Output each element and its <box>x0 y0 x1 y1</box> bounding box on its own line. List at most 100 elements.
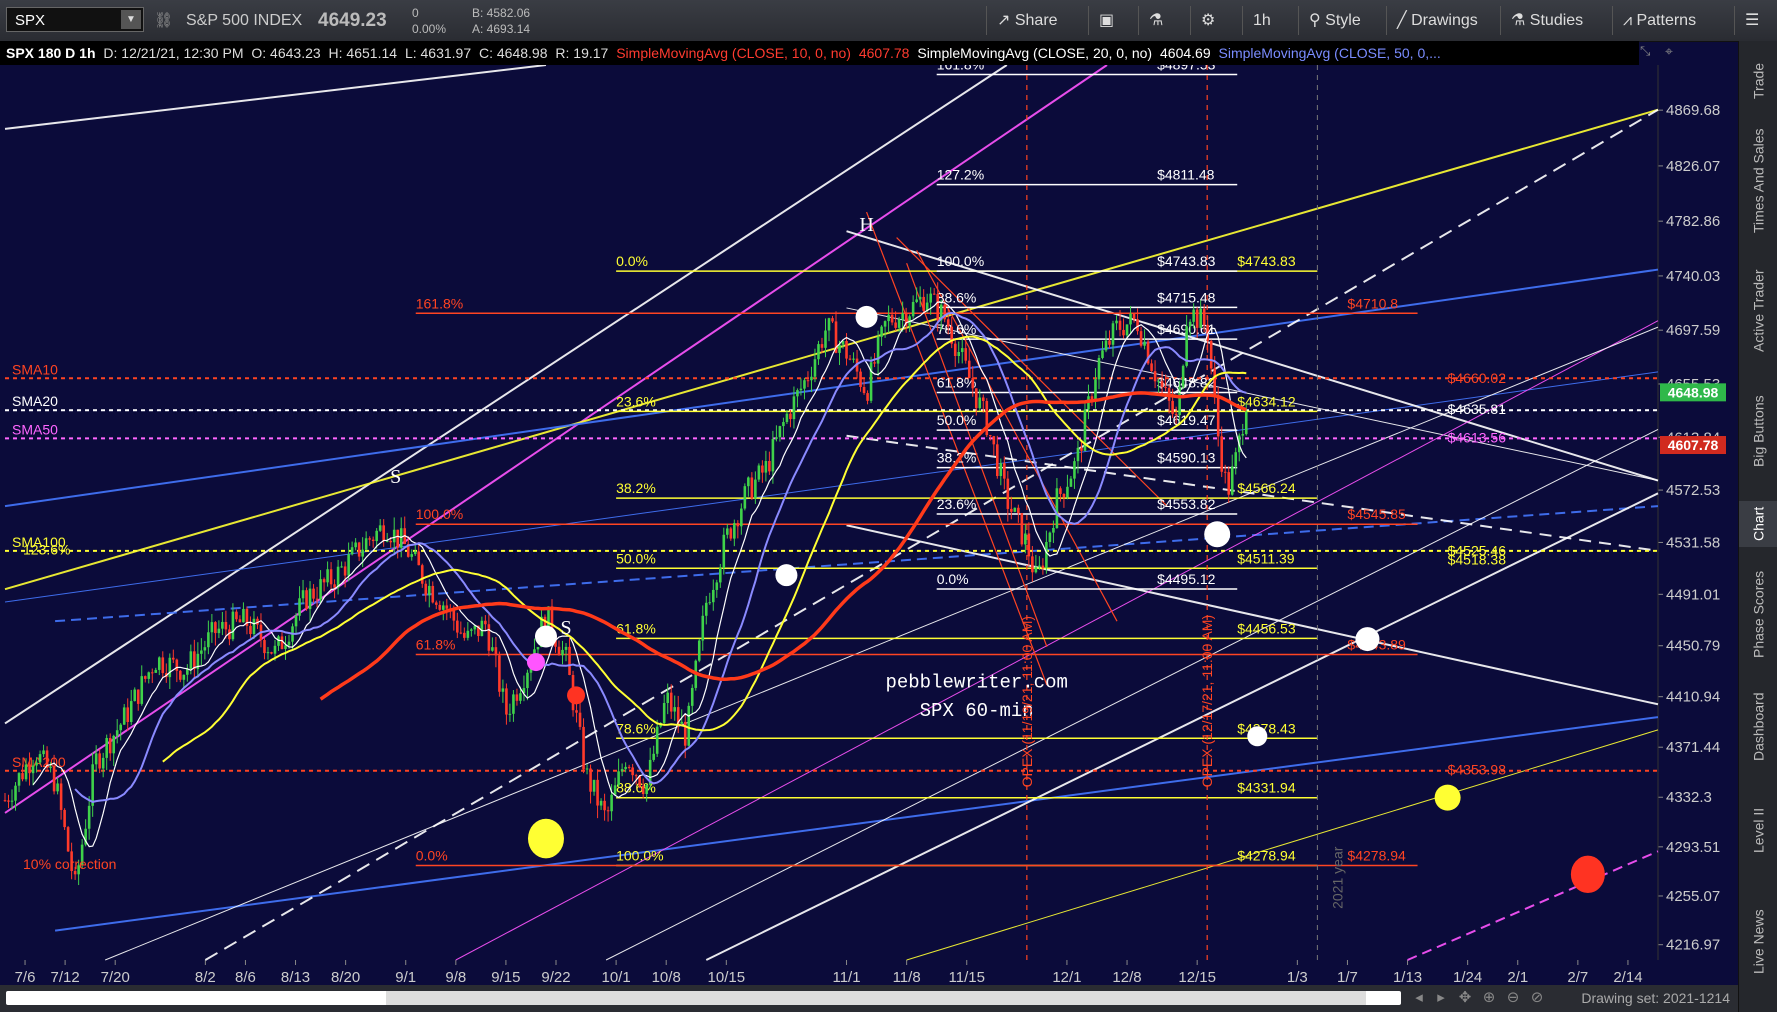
y-tick-label: 4293.51 <box>1666 839 1720 856</box>
annotation-text: 123.6% <box>23 542 70 558</box>
sma20-study-value: 4604.69 <box>1160 45 1211 61</box>
drawings-button[interactable]: ╱ Drawings <box>1386 6 1488 35</box>
settings-button[interactable]: ⚙ <box>1190 6 1225 35</box>
last-price: 4649.23 <box>318 10 387 31</box>
y-tick-label: 4450.79 <box>1666 638 1720 655</box>
candle-body <box>420 565 424 584</box>
bar-date: D: 12/21/21, 12:30 PM <box>103 45 244 61</box>
change-block: 0 0.00% <box>412 5 446 37</box>
candle-body <box>396 529 400 548</box>
flask-button[interactable]: ⚗ <box>1138 6 1173 35</box>
candle-body <box>652 753 655 760</box>
time-scrollbar[interactable] <box>6 991 1401 1005</box>
pan-icon[interactable]: ✥ <box>1456 989 1474 1007</box>
candle-body <box>298 598 301 616</box>
candle-body <box>873 362 876 364</box>
chevron-down-icon[interactable]: ▼ <box>121 10 141 29</box>
candle-body <box>161 657 165 674</box>
candle-body <box>582 726 585 770</box>
candle-body <box>624 766 627 770</box>
candle-body <box>263 640 266 654</box>
candle-body <box>775 437 778 440</box>
zoom-out-icon[interactable]: ⊖ <box>1504 989 1522 1007</box>
pattern-label: S <box>390 466 401 488</box>
pattern-label: H <box>859 214 873 236</box>
candle-body <box>1164 386 1167 389</box>
zoom-reset-icon[interactable]: ⊘ <box>1528 989 1546 1007</box>
share-icon: ↗ <box>997 12 1015 29</box>
fib-white-pct-label: 127.2% <box>937 167 984 183</box>
candle-body <box>785 413 789 423</box>
candle-body <box>1069 478 1073 487</box>
candle-body <box>336 566 340 588</box>
fib-yellow-price-label: $4331.94 <box>1237 780 1296 796</box>
side-tab-big-buttons[interactable]: Big Buttons <box>1739 376 1777 486</box>
candle-body <box>824 330 827 348</box>
right-side-panel: Trade Times And Sales Active Trader Big But… <box>1738 41 1777 1012</box>
bar-range: R: 19.17 <box>555 45 609 61</box>
collapse-icon[interactable]: ⤡ <box>1640 43 1650 59</box>
symbol-selector[interactable]: SPX ▼ <box>6 7 144 32</box>
fib-white-price-label: $4811.48 <box>1157 167 1215 183</box>
price-chart[interactable]: 7/6 7/12 7/20 8/2 8/6 8/13 8/20 9/1 9/8 9/15 9/22 1… <box>0 65 1738 985</box>
scrollbar-thumb[interactable] <box>386 991 1366 1005</box>
sma10-study-label[interactable]: SimpleMovingAvg (CLOSE, 10, 0, no) <box>616 45 851 61</box>
side-tab-trade[interactable]: Trade <box>1739 51 1777 111</box>
candle-body <box>417 551 421 566</box>
candle-body <box>1150 363 1153 372</box>
zoom-in-icon[interactable]: ⊕ <box>1480 989 1498 1007</box>
candle-body <box>31 765 35 774</box>
side-tab-live-news[interactable]: Live News <box>1739 887 1777 997</box>
candle-body <box>620 769 624 772</box>
x-tick-label: 9/22 <box>541 969 570 985</box>
sma20-study-label[interactable]: SimpleMovingAvg (CLOSE, 20, 0, no) <box>917 45 1152 61</box>
candle-body <box>796 390 799 397</box>
drawing-set-label: Drawing set: 2021-1214 <box>1581 990 1730 1006</box>
side-tab-chart[interactable]: Chart <box>1739 501 1777 547</box>
candle-body <box>410 554 414 557</box>
side-tab-active-trader[interactable]: Active Trader <box>1739 251 1777 371</box>
candle-body <box>568 646 571 676</box>
bid-ask-block: B: 4582.06 A: 4693.14 <box>472 5 530 37</box>
sma50-study-label[interactable]: SimpleMovingAvg (CLOSE, 50, 0,... <box>1219 45 1441 61</box>
style-button[interactable]: ⚲ Style <box>1298 6 1371 35</box>
fib-yellow-pct-label: 23.6% <box>616 393 656 409</box>
candle-body <box>154 669 158 673</box>
candle-body <box>434 602 438 605</box>
side-tab-dashboard[interactable]: Dashboard <box>1739 679 1777 774</box>
scroll-right-icon[interactable]: ▸ <box>1432 989 1450 1007</box>
patterns-button[interactable]: ⩘ Patterns <box>1612 6 1706 35</box>
candle-body <box>52 766 56 792</box>
link-icon[interactable]: ⛓ <box>154 0 173 41</box>
side-tab-times-and-sales[interactable]: Times And Sales <box>1739 121 1777 241</box>
candle-body <box>634 775 638 777</box>
candle-body <box>1041 565 1045 568</box>
studies-button[interactable]: ⚗ Studies <box>1500 6 1593 35</box>
side-tab-phase-scores[interactable]: Phase Scores <box>1739 559 1777 669</box>
sma-level-label: SMA10 <box>12 361 58 377</box>
index-name: S&P 500 INDEX <box>186 12 303 29</box>
candle-body <box>641 786 645 794</box>
candle-body <box>91 764 94 806</box>
candle-body <box>799 388 803 391</box>
fib-yellow-pct-label: 78.6% <box>616 720 656 736</box>
fib-red-pct-label: 61.8% <box>416 637 456 653</box>
fib-yellow-pct-label: 0.0% <box>616 253 648 269</box>
x-tick-label: 8/20 <box>331 969 360 985</box>
crosshair-icon[interactable]: ⌖ <box>1665 43 1673 60</box>
candle-body <box>1080 447 1083 451</box>
share-button[interactable]: ↗ Share <box>986 6 1068 35</box>
right-price-tag: $4660.02 <box>1448 370 1507 386</box>
candle-body <box>1108 340 1111 345</box>
candle-body <box>427 585 431 596</box>
candle-body <box>862 386 866 394</box>
scroll-left-icon[interactable]: ◂ <box>1410 989 1428 1007</box>
screenshot-button[interactable]: ▣ <box>1088 6 1124 35</box>
candle-body <box>1052 527 1055 533</box>
x-tick-label: 10/1 <box>602 969 631 985</box>
timeframe-button[interactable]: 1h <box>1242 6 1281 35</box>
candle-body <box>711 589 715 603</box>
menu-button[interactable]: ☰ <box>1734 6 1769 35</box>
candle-body <box>389 540 392 543</box>
side-tab-level-ii[interactable]: Level II <box>1739 783 1777 878</box>
